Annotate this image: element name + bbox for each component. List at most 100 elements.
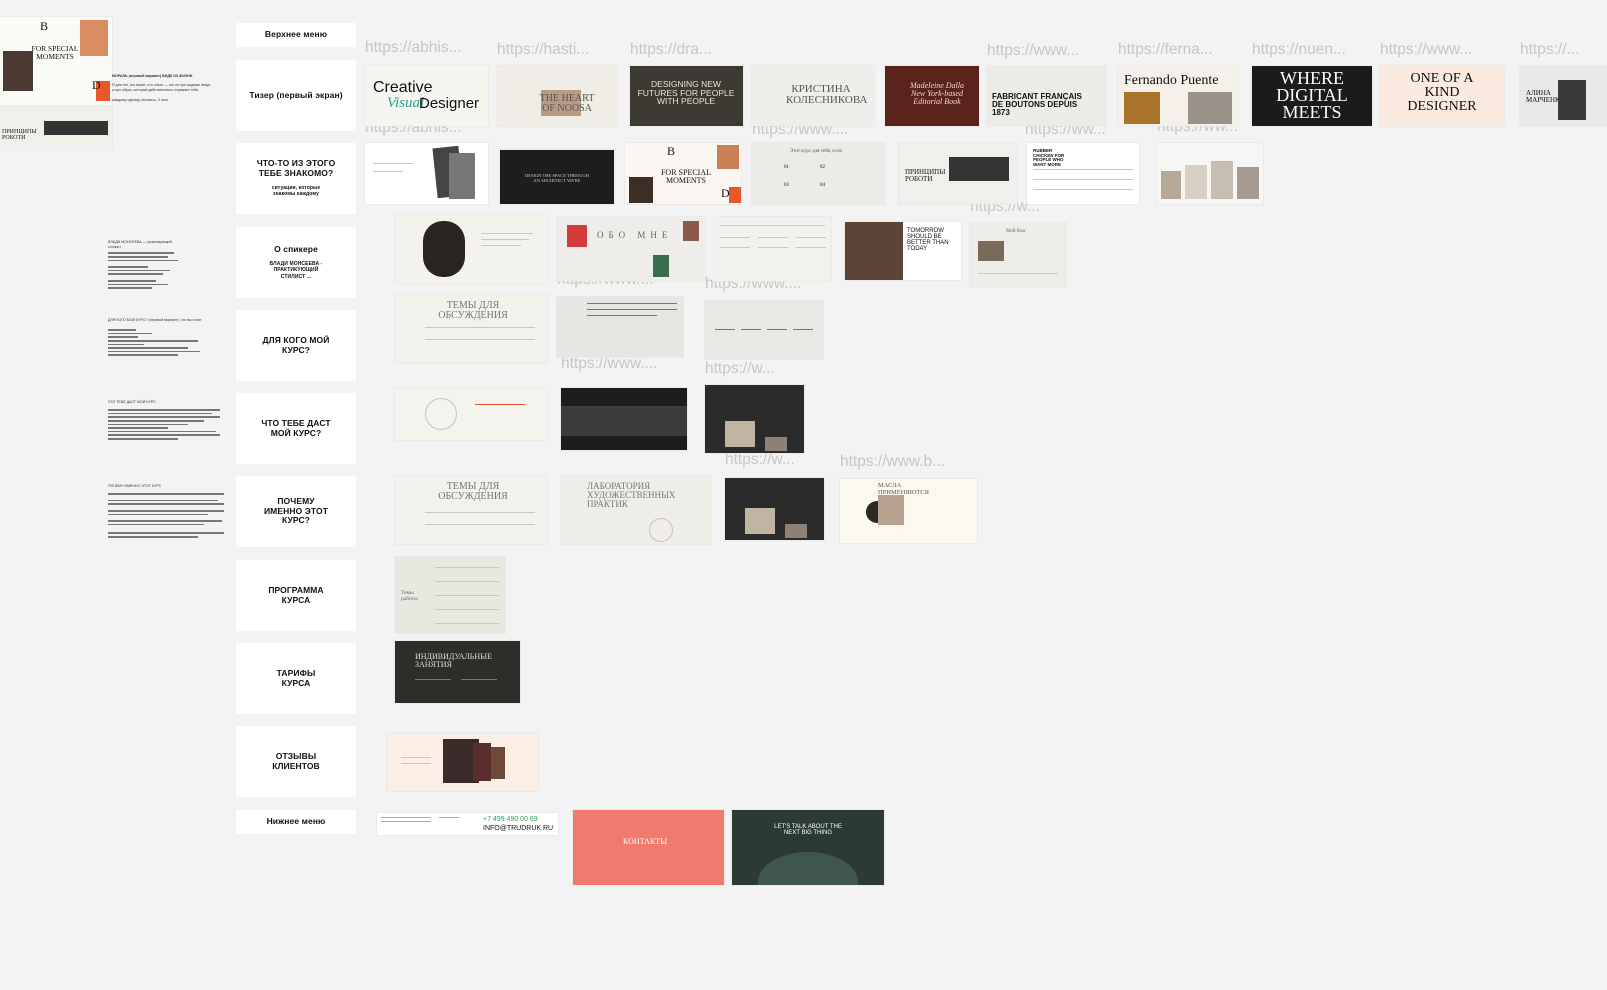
url-label[interactable]: https://hasti... [497,41,589,59]
section-label: Для кого мой курс? [262,334,330,355]
thumb-program[interactable]: Темы работы [395,557,505,633]
thumb-ob-mne[interactable]: ОБО МНЕ [557,217,705,281]
thumb-gives-dark[interactable] [561,388,687,450]
thumb-tomorrow[interactable]: TOMORROW SHOULD BE BETTER THAN TODAY [845,222,961,280]
thumb-reviews[interactable] [387,733,538,791]
thumb-fernando[interactable]: Fernando Puente [1118,66,1238,126]
thumb-alina[interactable]: АЛИНА МАРЧЕНКО [1520,66,1607,126]
section-card-top-menu[interactable]: Верхнее меню [236,23,356,47]
thumb-tariffs[interactable]: ИНДИВИДУАЛЬНЫЕ ЗАНЯТИЯ [395,641,520,703]
thumb-text: THE HEART OF NOOSA [539,93,595,114]
note-why-title: ПОЧЕМУ ИМЕННО ЭТОТ КУРС [108,484,162,488]
thumb-temy-2[interactable]: ТЕМЫ ДЛЯ ОБСУЖДЕНИЯ [395,476,547,544]
thumb-text: ОБО МНЕ [597,230,673,240]
url-label[interactable]: https://... [1520,41,1579,59]
note-teaser-body: Я для тех, кто верит, что стиль — это не… [112,83,212,93]
thumb-numbers[interactable]: Этот курс для тебя, если 01 02 03 04 [752,143,885,204]
thumb-familiar-1[interactable] [365,143,488,204]
thumb-speaker-portrait[interactable] [395,215,547,283]
thumb-interior[interactable] [1157,143,1263,204]
section-card-footer[interactable]: Нижнее меню [236,810,356,834]
thumb-text: ONE OF A KIND DESIGNER [1407,71,1477,114]
url-label[interactable]: https://www... [1380,41,1472,59]
thumb-photo [653,255,669,277]
thumb-fabricant[interactable]: FABRICANT FRANÇAIS DE BOUTONS DEPUIS 187… [987,66,1106,126]
thumb-text: Темы работы [401,590,418,602]
section-card-who[interactable]: Для кого мой курс? [236,310,356,381]
thumb-text: FABRICANT FRANÇAIS DE BOUTONS DEPUIS 187… [992,92,1082,117]
section-card-why[interactable]: Почему именно этот курс? [236,476,356,547]
thumb-gives-1[interactable] [395,388,547,440]
section-label: Верхнее меню [264,29,328,40]
thumb-letstalk[interactable]: LET'S TALK ABOUT THE NEXT BIG THING [732,810,884,885]
thumb-text: DESIGNING NEW FUTURES FOR PEOPLE WITH PE… [637,79,735,106]
section-card-reviews[interactable]: Отзывы клиентов [236,726,356,797]
page-preview-thumbnail[interactable]: B FOR SPECIAL MOMENTS D ПРИНЦИПЫ РОБОТИ [0,17,112,150]
thumb-why-dark[interactable] [725,478,824,540]
url-label[interactable]: https://dra... [630,41,712,59]
section-card-speaker[interactable]: О спикере Влади Монсеева - практикующий … [236,227,356,298]
thumb-text: ПРИНЦИПЫ РОБОТИ [905,168,946,183]
thumb-footer-contacts[interactable]: +7 499 490 00 69 INFO@TRUDRUK.RU [377,813,558,835]
url-label[interactable]: https://www.b... [840,453,945,471]
thumb-creative-designer[interactable]: Creative Visual Designer [365,66,488,126]
section-card-program[interactable]: Программа курса [236,560,356,631]
section-sub: ситуации, которые знакомы каждому [271,185,321,198]
thumb-text: TOMORROW SHOULD BE BETTER THAN TODAY [907,228,949,252]
thumb-text: WHERE DIGITAL MEETS [1276,68,1348,123]
thumb-who-text[interactable] [557,297,683,357]
thumb-gives-3[interactable] [705,385,804,453]
section-sub: Влади Монсеева - практикующий стилист ..… [269,261,323,280]
section-label: Что-то из этого тебе знакомо? [256,158,336,179]
section-card-tariffs[interactable]: Тарифы курса [236,643,356,714]
thumb-kristina[interactable]: КРИСТИНА КОЛЕСНИКОВА [752,66,874,126]
url-label[interactable]: https://w... [725,451,795,469]
thumb-heart-of-noosa[interactable]: THE HEART OF NOOSA [497,66,617,126]
thumb-temy-1[interactable]: ТЕМЫ ДЛЯ ОБСУЖДЕНИЯ [395,295,547,363]
section-card-gives[interactable]: Что тебе даст мой курс? [236,393,356,464]
section-card-familiar[interactable]: Что-то из этого тебе знакомо? ситуации, … [236,143,356,214]
thumb-kontakty[interactable]: КОНТАКТЫ [573,810,724,885]
note-gives: ЧТО ТЕБЕ ДАСТ МОЙ КУРС [108,400,220,442]
url-label[interactable]: https://www... [987,42,1079,60]
thumb-blog[interactable]: Мой блог [970,223,1066,287]
url-label[interactable]: https://ferna... [1118,41,1213,59]
thumb-text: B [667,144,676,158]
section-card-teaser[interactable]: Тизер (первый экран) [236,60,356,131]
url-label[interactable]: https://abhis... [365,39,462,57]
thumb-phone: +7 499 490 00 69 [483,816,538,823]
thumb-rubber-chicken[interactable]: RUBBER CHICKEN FOR PEOPLE WHO WANT MORE [1027,143,1139,204]
note-why: ПОЧЕМУ ИМЕННО ЭТОТ КУРС [108,484,224,540]
thumb-photo [1558,80,1586,120]
note-teaser: МОРАЛЬ (игровой вариант) ВИДЕ ИЗ ЖИЗНИ Я… [112,74,212,103]
thumb-photo [1237,167,1259,199]
thumb-arc [758,852,858,885]
thumb-text: КРИСТИНА КОЛЕСНИКОВА [786,83,868,106]
thumb-accent [729,187,741,203]
thumb-madeleine[interactable]: Madeleine Dalla New York-based Editorial… [885,66,979,126]
thumb-who-grid[interactable] [705,301,823,359]
thumb-masla[interactable]: МАСЛА ПРИМЕНЯЮТСЯ [840,479,977,543]
thumb-familiar-dark[interactable]: DESIGN THE SPACE THROUGH AN ARCHITECT WE… [500,150,614,204]
thumb-principles[interactable]: ПРИНЦИПЫ РОБОТИ [899,143,1017,204]
thumb-text: Designer [419,95,480,112]
section-label: Программа курса [268,584,324,605]
thumb-photo [491,747,505,779]
thumb-text: ТЕМЫ ДЛЯ ОБСУЖДЕНИЯ [438,481,508,502]
url-label[interactable]: https://w... [705,360,775,378]
url-label[interactable]: https://www.... [561,355,657,373]
thumb-photo [785,524,807,538]
preview-d-letter: D [92,78,101,92]
thumb-text: 01 [784,165,789,170]
thumb-designing-futures[interactable]: DESIGNING NEW FUTURES FOR PEOPLE WITH PE… [630,66,743,126]
thumb-one-of-a-kind[interactable]: ONE OF A KIND DESIGNER [1380,66,1504,126]
thumb-special-moments[interactable]: B FOR SPECIAL MOMENTS D [625,143,741,204]
note-who: ДЛЯ КОГО МОЙ КУРС? (игровой вариант), чт… [108,318,208,358]
thumb-photo [473,743,491,781]
url-label[interactable]: https://nuen... [1252,41,1346,59]
thumb-circle [649,518,673,542]
thumb-speaker-columns[interactable] [714,217,831,281]
thumb-where-digital[interactable]: WHERE DIGITAL MEETS [1252,66,1372,126]
thumb-photo [978,241,1004,261]
thumb-laboratoria[interactable]: ЛАБОРАТОРИЯ ХУДОЖЕСТВЕННЫХ ПРАКТИК [561,476,711,544]
